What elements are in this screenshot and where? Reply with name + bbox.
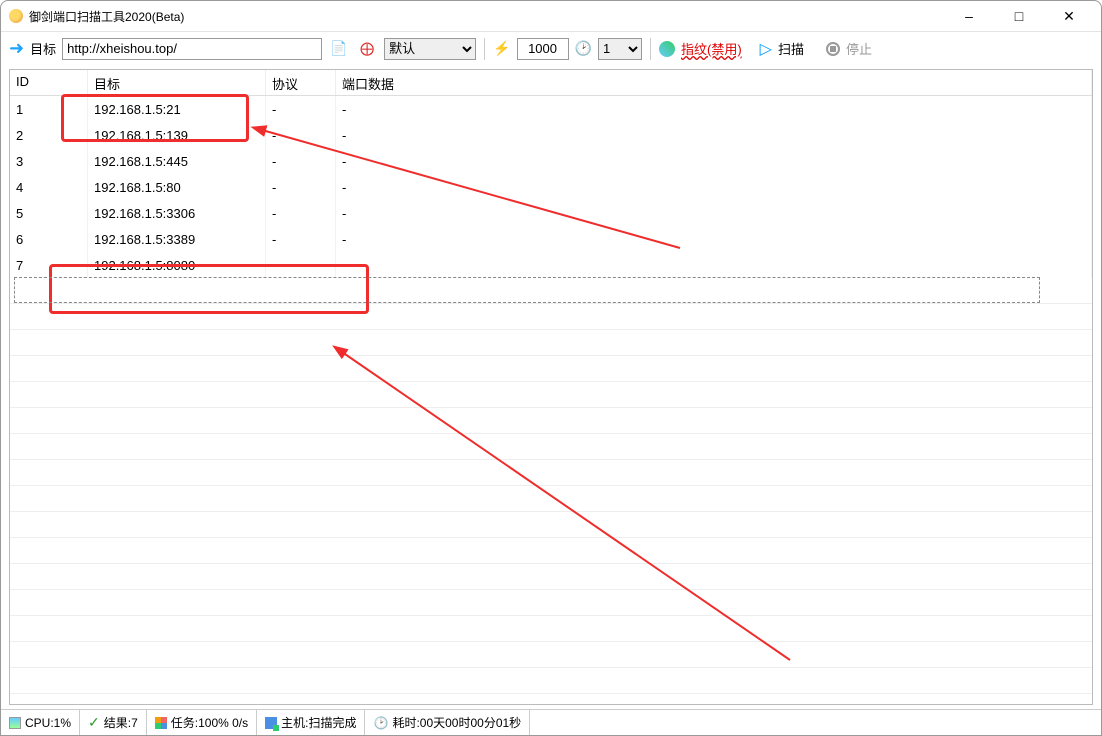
separator	[650, 38, 651, 60]
titlebar: 御剑端口扫描工具2020(Beta) – □ ✕	[1, 1, 1101, 31]
cell-data: -	[336, 252, 1092, 278]
threads-input[interactable]	[517, 38, 569, 60]
cell-id: 3	[10, 148, 88, 174]
cell-id: 7	[10, 252, 88, 278]
app-window: 御剑端口扫描工具2020(Beta) – □ ✕ ➜ 目标 📄 ⨁ 默认 ⚡ 🕑…	[0, 0, 1102, 736]
table-row[interactable]: 2192.168.1.5:139--	[10, 122, 1092, 148]
window-controls: – □ ✕	[951, 4, 1093, 28]
cell-id: 5	[10, 200, 88, 226]
cell-target: 192.168.1.5:3389	[88, 226, 266, 252]
grid-header: ID 目标 协议 端口数据	[10, 70, 1092, 96]
check-icon: ✓	[88, 714, 100, 731]
table-row[interactable]: 1192.168.1.5:21--	[10, 96, 1092, 122]
cell-proto: -	[266, 226, 336, 252]
cell-target: 192.168.1.5:8080	[88, 252, 266, 278]
cell-proto: -	[266, 200, 336, 226]
app-icon	[9, 9, 23, 23]
statusbar: CPU:1% ✓结果:7 任务:100% 0/s 主机:扫描完成 🕑耗时:00天…	[1, 709, 1101, 735]
cell-target: 192.168.1.5:139	[88, 122, 266, 148]
cell-id: 4	[10, 174, 88, 200]
cell-data: -	[336, 148, 1092, 174]
col-data[interactable]: 端口数据	[336, 70, 1092, 95]
stop-icon	[826, 42, 840, 56]
table-row[interactable]: 4192.168.1.5:80--	[10, 174, 1092, 200]
parallel-select[interactable]: 1	[598, 38, 642, 60]
toolbar: ➜ 目标 📄 ⨁ 默认 ⚡ 🕑 1 指纹(禁用) ▷ 扫描 停止	[1, 31, 1101, 65]
maximize-button[interactable]: □	[1001, 4, 1037, 28]
window-title: 御剑端口扫描工具2020(Beta)	[29, 8, 951, 25]
cell-proto: -	[266, 96, 336, 122]
scan-button[interactable]: 扫描	[778, 39, 804, 58]
status-host: 主机:扫描完成	[257, 710, 365, 735]
table-row[interactable]: 5192.168.1.5:3306--	[10, 200, 1092, 226]
status-results: ✓结果:7	[80, 710, 147, 735]
content-area: ID 目标 协议 端口数据 1192.168.1.5:21--2192.168.…	[1, 65, 1101, 709]
table-row[interactable]: 3192.168.1.5:445--	[10, 148, 1092, 174]
mode-select[interactable]: 默认	[384, 38, 476, 60]
grid-body: 1192.168.1.5:21--2192.168.1.5:139--3192.…	[10, 96, 1092, 278]
tasks-icon	[155, 717, 167, 729]
bolt-icon: ⚡	[493, 40, 510, 57]
cell-proto: -	[266, 252, 336, 278]
copy-icon[interactable]: 📄	[328, 38, 350, 60]
target-label: 目标	[30, 39, 56, 58]
play-icon: ▷	[760, 39, 772, 59]
cell-proto: -	[266, 148, 336, 174]
cell-data: -	[336, 200, 1092, 226]
cell-target: 192.168.1.5:445	[88, 148, 266, 174]
cell-id: 1	[10, 96, 88, 122]
cell-data: -	[336, 122, 1092, 148]
elapsed-clock-icon: 🕑	[373, 716, 388, 730]
cell-id: 2	[10, 122, 88, 148]
clock-icon: 🕑	[575, 40, 592, 57]
col-proto[interactable]: 协议	[266, 70, 336, 95]
table-row[interactable]: 7192.168.1.5:8080--	[10, 252, 1092, 278]
cell-data: -	[336, 174, 1092, 200]
cell-proto: -	[266, 122, 336, 148]
status-cpu: CPU:1%	[1, 710, 80, 735]
go-arrow-icon[interactable]: ➜	[9, 38, 24, 59]
stop-button[interactable]: 停止	[846, 39, 872, 58]
table-row[interactable]: 6192.168.1.5:3389--	[10, 226, 1092, 252]
results-grid: ID 目标 协议 端口数据 1192.168.1.5:21--2192.168.…	[9, 69, 1093, 705]
cpu-icon	[9, 717, 21, 729]
minimize-button[interactable]: –	[951, 4, 987, 28]
host-icon	[265, 717, 277, 729]
cell-target: 192.168.1.5:80	[88, 174, 266, 200]
cell-target: 192.168.1.5:21	[88, 96, 266, 122]
cell-id: 6	[10, 226, 88, 252]
cell-target: 192.168.1.5:3306	[88, 200, 266, 226]
crosshair-icon[interactable]: ⨁	[356, 38, 378, 60]
cell-data: -	[336, 226, 1092, 252]
status-elapsed: 🕑耗时:00天00时00分01秒	[365, 710, 530, 735]
cell-proto: -	[266, 174, 336, 200]
status-tasks: 任务:100% 0/s	[147, 710, 257, 735]
col-target[interactable]: 目标	[88, 70, 266, 95]
close-button[interactable]: ✕	[1051, 4, 1087, 28]
grid-lines	[10, 278, 1092, 704]
cell-data: -	[336, 96, 1092, 122]
separator	[484, 38, 485, 60]
col-id[interactable]: ID	[10, 70, 88, 95]
fingerprint-link[interactable]: 指纹(禁用)	[681, 39, 742, 58]
target-input[interactable]	[62, 38, 322, 60]
fingerprint-icon	[659, 41, 675, 57]
